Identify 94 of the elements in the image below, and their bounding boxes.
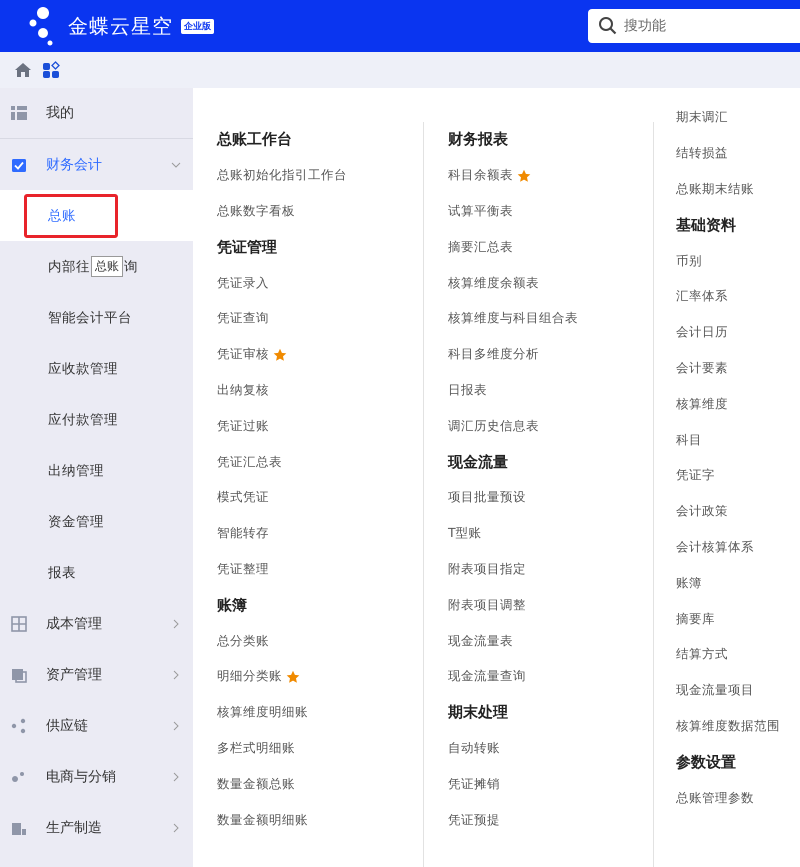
menu-link[interactable]: 币别 — [676, 252, 702, 270]
module-icon — [10, 104, 28, 122]
chevron-right-icon — [171, 618, 181, 628]
menu-link[interactable]: 试算平衡表 — [448, 202, 513, 220]
submenu-item[interactable]: 资金管理 — [0, 496, 193, 547]
menu-link[interactable]: 核算维度余额表 — [448, 274, 539, 292]
sidebar-item[interactable]: 财务会计 — [0, 139, 193, 190]
menu-link[interactable]: 凭证查询 — [217, 310, 269, 328]
section-heading: 基础资料 — [676, 216, 736, 235]
submenu-item[interactable]: 内部往 — [48, 258, 90, 276]
menu-link[interactable]: 项目批量预设 — [448, 489, 526, 506]
menu-link[interactable]: 账簿 — [676, 574, 702, 592]
chevron-right-icon — [171, 822, 181, 832]
menu-link[interactable]: 数量金额总账 — [217, 776, 295, 793]
star-icon[interactable] — [517, 168, 531, 183]
menu-link[interactable]: 会计要素 — [676, 360, 728, 377]
menu-link[interactable]: 摘要库 — [676, 610, 715, 628]
menu-link[interactable]: 总账初始化指引工作台 — [217, 167, 347, 184]
menu-link[interactable]: 调汇历史信息表 — [448, 418, 539, 435]
sidebar-item[interactable]: 电商与分销 — [0, 751, 193, 802]
sidebar-item[interactable]: 资产管理 — [0, 649, 193, 700]
search-field[interactable]: 搜功能 — [588, 9, 800, 43]
menu-link[interactable]: 自动转账 — [448, 740, 500, 757]
menu-link[interactable]: 凭证过账 — [217, 418, 269, 435]
menu-link[interactable]: 结转损益 — [676, 145, 728, 162]
menu-link[interactable]: 总账数字看板 — [217, 202, 295, 220]
menu-link[interactable]: 附表项目调整 — [448, 596, 526, 614]
submenu-item[interactable]: 智能会计平台 — [0, 292, 193, 343]
menu-link[interactable]: T型账 — [448, 525, 482, 542]
sidebar-item[interactable]: 成本管理 — [0, 598, 193, 649]
menu-link[interactable]: 汇率体系 — [676, 288, 728, 306]
submenu-item[interactable]: 报表 — [0, 547, 193, 598]
menu-link[interactable]: 凭证字 — [676, 467, 715, 484]
menu-link[interactable]: 凭证汇总表 — [217, 454, 282, 471]
star-icon[interactable] — [286, 670, 300, 684]
module-icon — [10, 716, 28, 734]
section-heading: 总账工作台 — [217, 130, 292, 150]
menu-link[interactable]: 科目多维度分析 — [448, 346, 539, 364]
section-heading: 账簿 — [217, 596, 247, 615]
menu-link[interactable]: 会计政策 — [676, 503, 728, 520]
chevron-right-icon — [171, 670, 181, 680]
menu-link[interactable]: 凭证整理 — [217, 560, 269, 578]
apps-icon[interactable] — [42, 61, 60, 79]
section-heading: 现金流量 — [448, 452, 508, 472]
sidebar-item[interactable]: 我的 — [0, 88, 193, 139]
chevron-right-icon — [171, 772, 181, 782]
menu-link[interactable]: 总分类账 — [217, 632, 269, 650]
menu-link[interactable]: 现金流量表 — [448, 632, 513, 650]
star-icon[interactable] — [273, 348, 287, 362]
menu-link[interactable]: 期末调汇 — [676, 109, 728, 126]
tooltip: 总账 — [91, 256, 123, 277]
menu-link[interactable]: 凭证审核 — [217, 346, 269, 364]
menu-link[interactable]: 会计日历 — [676, 324, 728, 342]
menu-link[interactable]: 科目 — [676, 432, 702, 449]
submenu-item[interactable]: 出纳管理 — [0, 445, 193, 496]
section-heading: 财务报表 — [448, 130, 508, 150]
menu-link[interactable]: 会计核算体系 — [676, 538, 754, 556]
menu-link[interactable]: 核算维度明细账 — [217, 704, 308, 722]
home-icon[interactable] — [14, 61, 32, 79]
menu-link[interactable]: 总账期末结账 — [676, 180, 754, 198]
submenu-item[interactable]: 应付款管理 — [0, 394, 193, 445]
menu-link[interactable]: 模式凭证 — [217, 489, 269, 506]
menu-link[interactable]: 现金流量项目 — [676, 682, 754, 700]
menu-link[interactable]: 总账管理参数 — [676, 790, 754, 807]
submenu-item[interactable]: 总账 — [0, 190, 193, 241]
section-heading: 参数设置 — [676, 752, 736, 772]
menu-link[interactable]: 科目余额表 — [448, 167, 513, 184]
section-heading: 凭证管理 — [217, 238, 277, 257]
sidebar-item[interactable]: 供应链 — [0, 700, 193, 751]
chevron-down-icon — [171, 160, 181, 170]
menu-link[interactable]: 多栏式明细账 — [217, 740, 295, 757]
submenu-item[interactable]: 询 — [124, 258, 138, 276]
menu-link[interactable]: 凭证预提 — [448, 812, 500, 829]
menu-link[interactable]: 出纳复核 — [217, 382, 269, 399]
menu-link[interactable]: 明细分类账 — [217, 668, 282, 686]
menu-link[interactable]: 凭证录入 — [217, 274, 269, 292]
submenu-item[interactable]: 应收款管理 — [0, 343, 193, 394]
menu-link[interactable]: 现金流量查询 — [448, 668, 526, 686]
edition-badge: 企业版 — [181, 18, 214, 34]
menu-link[interactable]: 凭证摊销 — [448, 776, 500, 793]
section-heading: 期末处理 — [448, 703, 508, 722]
menu-link[interactable]: 附表项目指定 — [448, 560, 526, 578]
sidebar-item[interactable]: 生产制造 — [0, 802, 193, 853]
menu-link[interactable]: 核算维度数据范围 — [676, 718, 780, 735]
brand-name: 金蝶云星空 — [68, 12, 173, 40]
menu-link[interactable]: 核算维度与科目组合表 — [448, 310, 578, 328]
module-icon — [10, 614, 28, 632]
menu-link[interactable]: 日报表 — [448, 382, 487, 399]
menu-link[interactable]: 结算方式 — [676, 646, 728, 664]
menu-link[interactable]: 摘要汇总表 — [448, 238, 513, 256]
menu-link[interactable]: 数量金额明细账 — [217, 812, 308, 829]
menu-link[interactable]: 智能转存 — [217, 525, 269, 542]
chevron-right-icon — [171, 720, 181, 730]
menu-link[interactable]: 核算维度 — [676, 396, 728, 413]
